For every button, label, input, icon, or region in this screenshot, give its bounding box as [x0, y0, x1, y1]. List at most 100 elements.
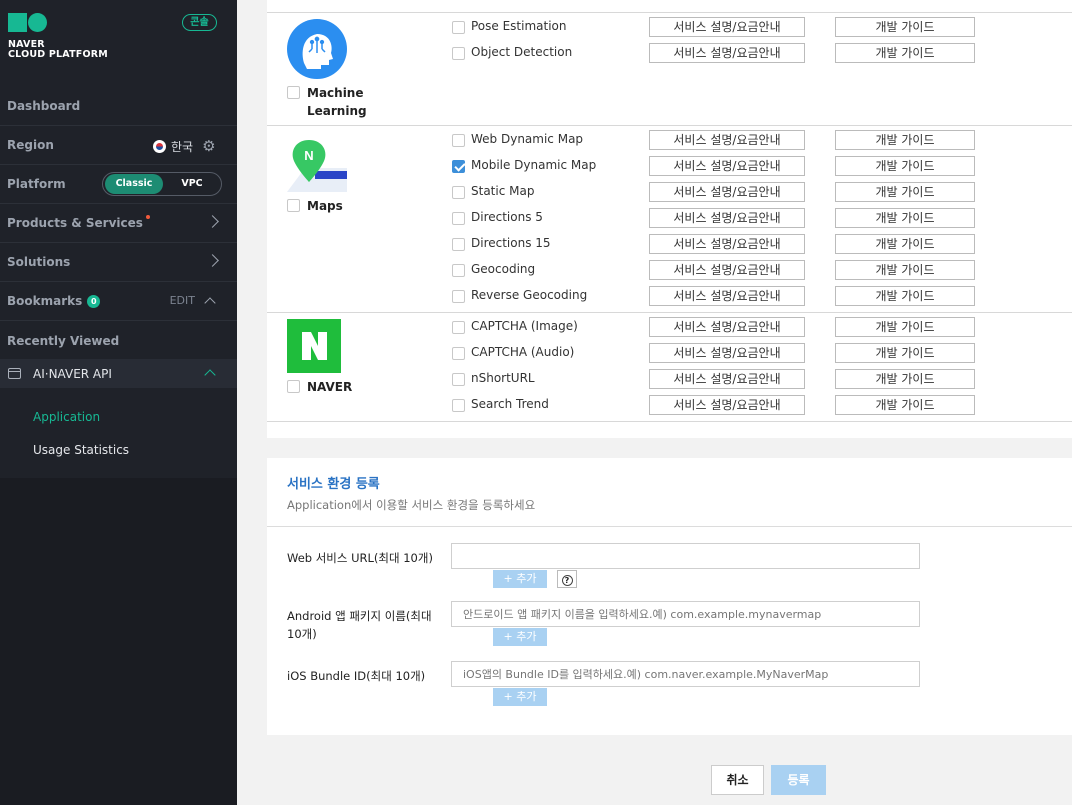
platform-toggle[interactable]: Classic VPC	[102, 172, 222, 196]
form-title: 서비스 환경 등록	[287, 477, 380, 492]
bookmarks-edit-button[interactable]: EDIT	[170, 294, 195, 307]
service-checkbox[interactable]	[452, 320, 465, 334]
service-name: nShortURL	[471, 371, 535, 385]
developer-guide-button[interactable]: 개발 가이드	[835, 260, 975, 280]
service-checkbox[interactable]	[452, 346, 465, 360]
nav-ai-naver-api[interactable]: AI·NAVER API	[0, 359, 237, 388]
web-url-input[interactable]	[451, 543, 920, 569]
nav-solutions[interactable]: Solutions	[0, 243, 237, 282]
service-description-button[interactable]: 서비스 설명/요금안내	[649, 182, 805, 202]
service-checkbox[interactable]	[452, 46, 465, 60]
service-checkbox[interactable]	[452, 237, 465, 251]
naver-cloud-logo[interactable]: NAVER CLOUD PLATFORM	[8, 13, 108, 60]
service-description-button[interactable]: 서비스 설명/요금안내	[649, 208, 805, 228]
group-checkbox[interactable]	[287, 199, 300, 212]
cancel-button[interactable]: 취소	[711, 765, 764, 795]
web-url-add-button[interactable]: + 추가	[493, 570, 547, 588]
service-row: CAPTCHA (Audio) 서비스 설명/요금안내 개발 가이드	[452, 343, 975, 363]
submit-button[interactable]: 등록	[771, 765, 826, 795]
service-description-button[interactable]: 서비스 설명/요금안내	[649, 369, 805, 389]
developer-guide-button[interactable]: 개발 가이드	[835, 156, 975, 176]
region-selector[interactable]: 한국 ⚙	[153, 137, 216, 155]
service-row: CAPTCHA (Image) 서비스 설명/요금안내 개발 가이드	[452, 317, 975, 337]
svg-text:N: N	[304, 148, 313, 163]
group-label-machine-learning[interactable]: Machine Learning	[287, 84, 367, 120]
question-icon: ?	[561, 575, 573, 586]
developer-guide-button[interactable]: 개발 가이드	[835, 395, 975, 415]
service-name: Directions 15	[471, 236, 551, 250]
platform-classic[interactable]: Classic	[105, 174, 163, 194]
chevron-up-icon[interactable]	[204, 297, 216, 309]
service-checkbox[interactable]	[452, 185, 465, 199]
service-name: CAPTCHA (Image)	[471, 319, 578, 333]
new-dot-icon	[145, 215, 150, 219]
android-package-add-button[interactable]: + 추가	[493, 628, 547, 646]
naver-logo-icon	[287, 319, 341, 373]
service-row: Directions 15 서비스 설명/요금안내 개발 가이드	[452, 234, 975, 254]
developer-guide-button[interactable]: 개발 가이드	[835, 343, 975, 363]
developer-guide-button[interactable]: 개발 가이드	[835, 17, 975, 37]
service-description-button[interactable]: 서비스 설명/요금안내	[649, 343, 805, 363]
group-label-naver[interactable]: NAVER	[287, 378, 352, 396]
nav-bookmarks[interactable]: Bookmarks 0 EDIT	[0, 282, 237, 321]
service-description-button[interactable]: 서비스 설명/요금안내	[649, 156, 805, 176]
service-description-button[interactable]: 서비스 설명/요금안내	[649, 286, 805, 306]
service-checkbox[interactable]	[452, 211, 465, 225]
developer-guide-button[interactable]: 개발 가이드	[835, 234, 975, 254]
developer-guide-button[interactable]: 개발 가이드	[835, 130, 975, 150]
service-checkbox[interactable]	[452, 263, 465, 277]
web-url-label: Web 서비스 URL(최대 10개)	[287, 551, 433, 565]
nav-application[interactable]: Application	[33, 410, 100, 424]
service-name: Search Trend	[471, 397, 549, 411]
service-checkbox[interactable]	[452, 20, 465, 34]
chevron-right-icon	[206, 254, 219, 267]
service-description-button[interactable]: 서비스 설명/요금안내	[649, 17, 805, 37]
korea-flag-icon	[153, 139, 166, 153]
service-checkbox[interactable]	[452, 372, 465, 386]
group-label-maps[interactable]: Maps	[287, 197, 343, 215]
group-checkbox[interactable]	[287, 86, 300, 99]
service-row: Web Dynamic Map 서비스 설명/요금안내 개발 가이드	[452, 130, 975, 150]
nav-usage-statistics[interactable]: Usage Statistics	[33, 443, 129, 457]
service-description-button[interactable]: 서비스 설명/요금안내	[649, 234, 805, 254]
service-row: nShortURL 서비스 설명/요금안내 개발 가이드	[452, 369, 975, 389]
android-package-input[interactable]	[451, 601, 920, 627]
service-row: Static Map 서비스 설명/요금안내 개발 가이드	[452, 182, 975, 202]
service-name: Geocoding	[471, 262, 536, 276]
service-checkbox[interactable]	[452, 159, 465, 173]
developer-guide-button[interactable]: 개발 가이드	[835, 43, 975, 63]
service-row: Object Detection 서비스 설명/요금안내 개발 가이드	[452, 43, 975, 63]
developer-guide-button[interactable]: 개발 가이드	[835, 208, 975, 228]
service-checkbox[interactable]	[452, 289, 465, 303]
developer-guide-button[interactable]: 개발 가이드	[835, 369, 975, 389]
service-description-button[interactable]: 서비스 설명/요금안내	[649, 317, 805, 337]
service-description-button[interactable]: 서비스 설명/요금안내	[649, 130, 805, 150]
platform-vpc[interactable]: VPC	[163, 174, 221, 194]
browser-window-icon	[8, 368, 21, 379]
nav-products-services[interactable]: Products & Services	[0, 204, 237, 243]
console-badge[interactable]: 콘솔	[182, 14, 217, 31]
service-name: Object Detection	[471, 45, 573, 59]
bookmarks-count-badge: 0	[87, 294, 101, 308]
developer-guide-button[interactable]: 개발 가이드	[835, 286, 975, 306]
service-row: Pose Estimation 서비스 설명/요금안내 개발 가이드	[452, 17, 975, 37]
service-description-button[interactable]: 서비스 설명/요금안내	[649, 43, 805, 63]
ios-bundle-input[interactable]	[451, 661, 920, 687]
service-description-button[interactable]: 서비스 설명/요금안내	[649, 395, 805, 415]
service-name: Pose Estimation	[471, 19, 567, 33]
service-row: Geocoding 서비스 설명/요금안내 개발 가이드	[452, 260, 975, 280]
service-name: Reverse Geocoding	[471, 288, 588, 302]
nav-recently-viewed[interactable]: Recently Viewed	[0, 321, 237, 360]
service-checkbox[interactable]	[452, 133, 465, 147]
gear-icon[interactable]: ⚙	[202, 137, 215, 155]
ios-bundle-add-button[interactable]: + 추가	[493, 688, 547, 706]
service-description-button[interactable]: 서비스 설명/요금안내	[649, 260, 805, 280]
developer-guide-button[interactable]: 개발 가이드	[835, 182, 975, 202]
form-subtitle: Application에서 이용할 서비스 환경을 등록하세요	[287, 498, 536, 512]
service-name: Static Map	[471, 184, 535, 198]
nav-dashboard[interactable]: Dashboard	[0, 87, 237, 126]
help-button[interactable]: ?	[557, 570, 577, 588]
developer-guide-button[interactable]: 개발 가이드	[835, 317, 975, 337]
group-checkbox[interactable]	[287, 380, 300, 393]
service-checkbox[interactable]	[452, 398, 465, 412]
